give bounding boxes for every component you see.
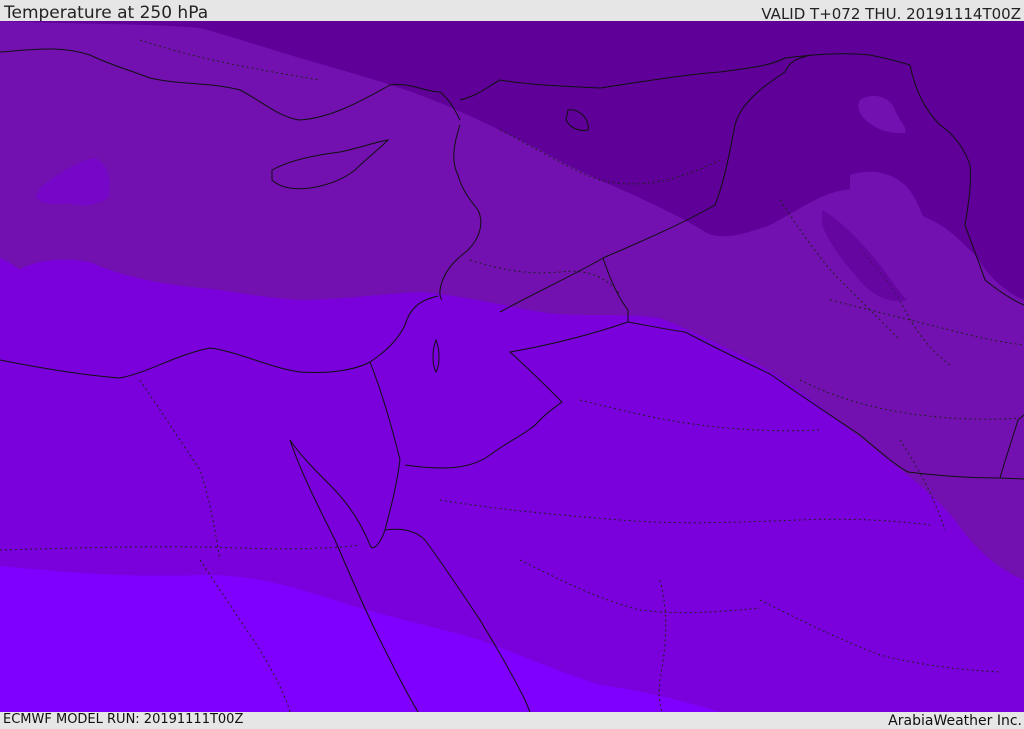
weather-map[interactable] xyxy=(0,21,1024,712)
credit-label: ArabiaWeather Inc. xyxy=(888,713,1022,729)
map-title: Temperature at 250 hPa xyxy=(4,3,209,23)
footer-bar: ECMWF MODEL RUN: 20191111T00Z ArabiaWeat… xyxy=(0,712,1024,729)
model-run-label: ECMWF MODEL RUN: 20191111T00Z xyxy=(3,712,244,727)
map-canvas xyxy=(0,21,1024,712)
header-bar: Temperature at 250 hPa VALID T+072 THU. … xyxy=(0,0,1024,23)
